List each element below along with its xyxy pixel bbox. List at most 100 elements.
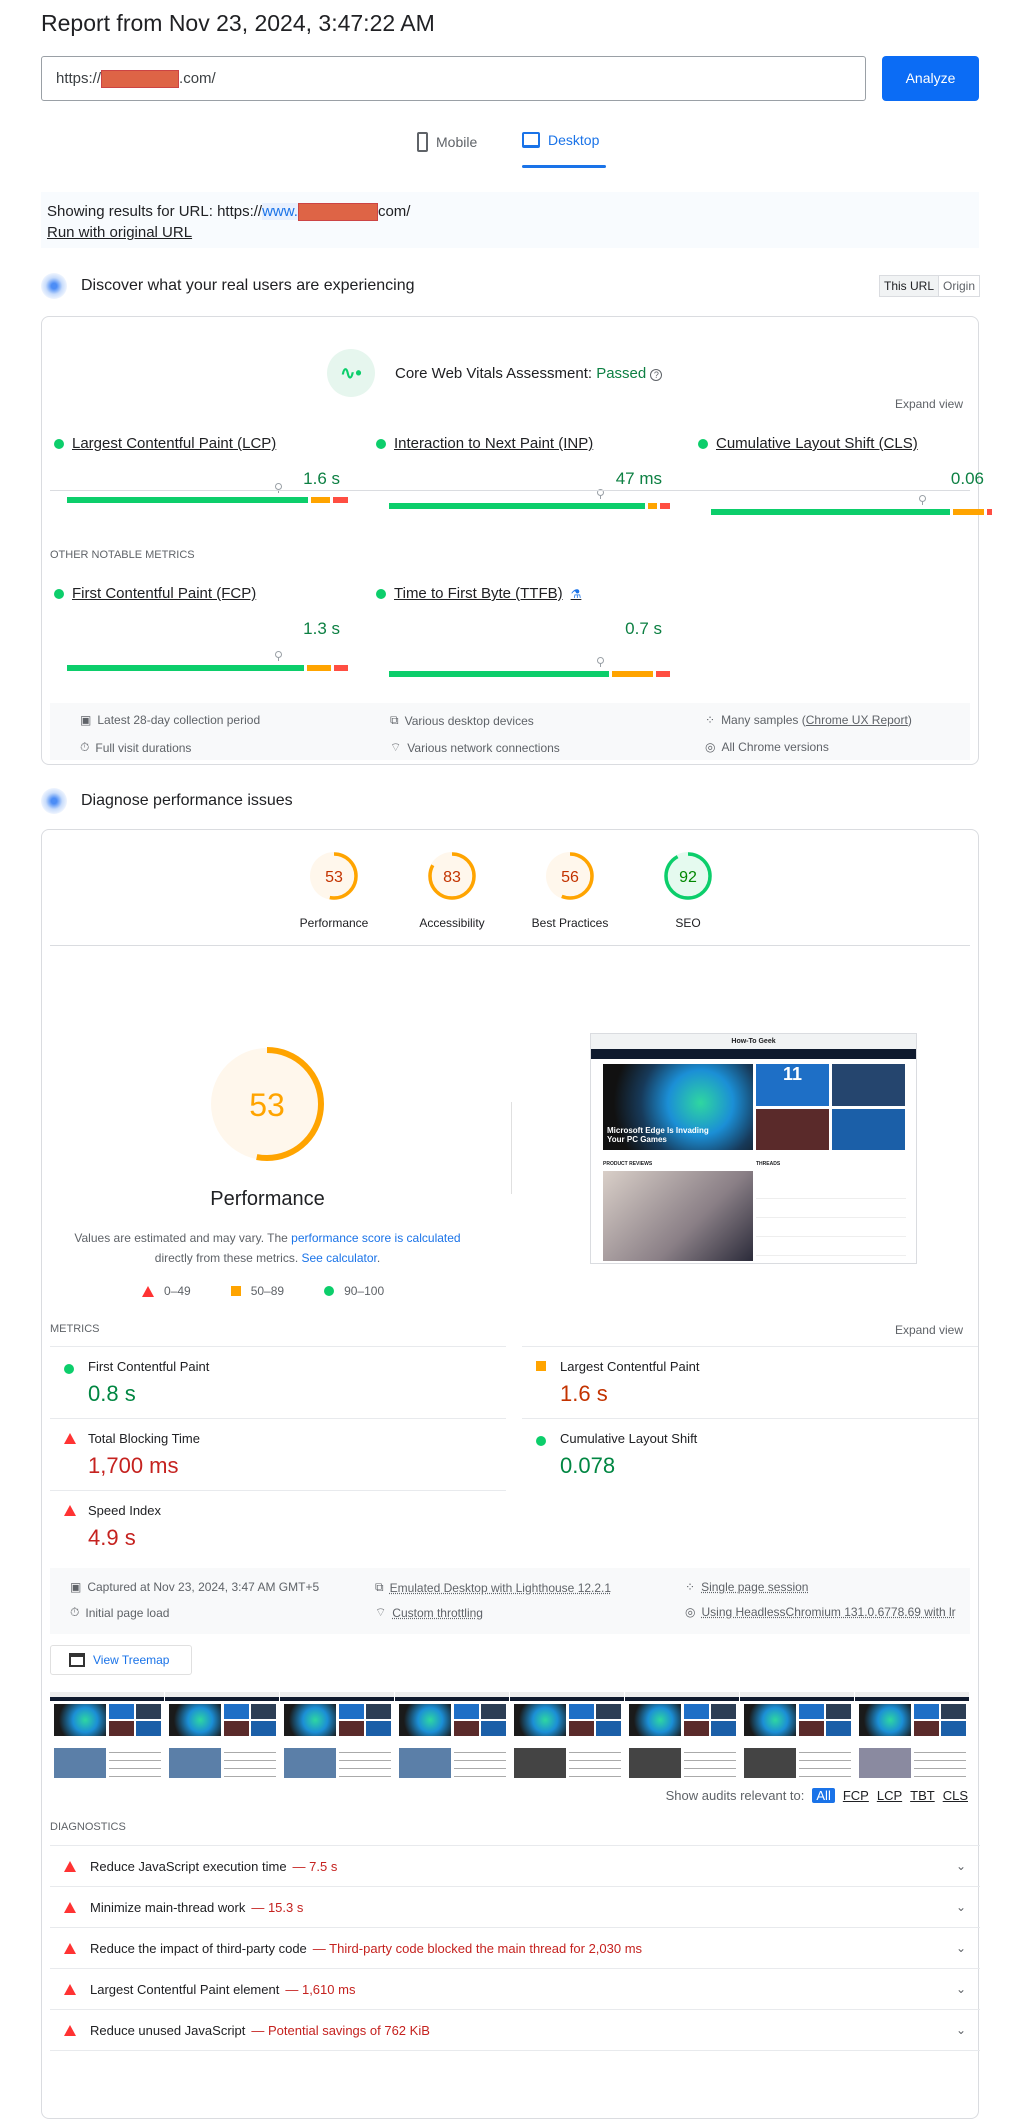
filter-lcp[interactable]: LCP bbox=[877, 1788, 902, 1803]
average-icon bbox=[230, 1286, 241, 1296]
lab-data-card: 53 Performance 83 Accessibility 56 Best … bbox=[41, 829, 980, 2119]
poor-segment bbox=[332, 497, 348, 503]
metric-name: Cumulative Layout Shift (CLS) bbox=[716, 435, 918, 452]
svg-text:92: 92 bbox=[679, 869, 697, 886]
gauge-label: Performance bbox=[299, 916, 369, 930]
good-segment bbox=[67, 665, 304, 671]
field-metric-link[interactable]: First Contentful Paint (FCP) bbox=[54, 585, 256, 602]
info-collection-period: ▣ Latest 28-day collection period bbox=[80, 713, 261, 727]
view-treemap-button[interactable]: View Treemap bbox=[50, 1645, 192, 1675]
field-metric-link[interactable]: Interaction to Next Paint (INP) bbox=[376, 435, 593, 452]
metric-value: 4.9 s bbox=[88, 1525, 136, 1550]
divider bbox=[50, 945, 970, 946]
svg-text:56: 56 bbox=[561, 869, 579, 886]
field-info-box: ▣ Latest 28-day collection period ⧉ Variou… bbox=[50, 703, 970, 760]
audit-title: Reduce the impact of third-party code bbox=[90, 1940, 307, 1956]
pass-icon bbox=[54, 438, 64, 449]
diagnostics-heading: DIAGNOSTICS bbox=[50, 1821, 126, 1833]
network-icon: ⌔ bbox=[375, 1605, 387, 1619]
expand-view-link[interactable]: Expand view bbox=[895, 397, 963, 411]
phone-icon bbox=[417, 132, 428, 152]
field-metric-link[interactable]: Time to First Byte (TTFB) ⚗ bbox=[376, 585, 581, 602]
field-metric-link[interactable]: Cumulative Layout Shift (CLS) bbox=[698, 435, 918, 452]
filter-all[interactable]: All bbox=[812, 1788, 835, 1803]
chevron-down-icon[interactable]: ⌄ bbox=[956, 1859, 966, 1873]
audit-title: Largest Contentful Paint element bbox=[90, 1981, 280, 1997]
this-url-button[interactable]: This URL bbox=[880, 276, 940, 296]
audit-title: Minimize main-thread work bbox=[90, 1899, 246, 1915]
users-icon bbox=[41, 273, 67, 299]
filter-fcp[interactable]: FCP bbox=[843, 1788, 869, 1803]
section-title: Diagnose performance issues bbox=[81, 792, 293, 809]
filter-cls[interactable]: CLS bbox=[943, 1788, 968, 1803]
diagnostic-item[interactable]: Minimize main-thread work — 15.3 s ⌄ bbox=[50, 1886, 980, 1927]
category-gauge[interactable]: 53 Performance bbox=[284, 850, 384, 930]
score-calculated-link[interactable]: performance score is calculated bbox=[291, 1231, 460, 1245]
devices-icon: ⧉ bbox=[375, 1580, 384, 1594]
field-metric-value: 0.7 s bbox=[625, 619, 662, 638]
info-emulated: ⧉ Emulated Desktop with Lighthouse 12.2.1 bbox=[375, 1580, 612, 1595]
diagnostic-item[interactable]: Reduce the impact of third-party code — T… bbox=[50, 1927, 980, 1968]
audit-detail: Potential savings of 762 KiB bbox=[268, 2022, 430, 2038]
distribution-bar bbox=[389, 489, 671, 509]
chevron-down-icon[interactable]: ⌄ bbox=[956, 1982, 966, 1996]
svg-text:53: 53 bbox=[325, 869, 343, 886]
category-gauge[interactable]: 56 Best Practices bbox=[520, 850, 620, 930]
metric-value: 0.8 s bbox=[88, 1381, 136, 1406]
metric-label: First Contentful Paint bbox=[88, 1359, 210, 1374]
info-browser: ◎ Using HeadlessChromium 131.0.6778.69 wi… bbox=[685, 1605, 956, 1619]
analyze-button[interactable]: Analyze bbox=[882, 56, 979, 101]
diagnostic-item[interactable]: Largest Contentful Paint element — 1,610 … bbox=[50, 1968, 980, 2009]
final-screenshot: How-To Geek Microsoft Edge Is Invading Y… bbox=[590, 1033, 917, 1264]
gauge-ring: 56 bbox=[546, 852, 594, 900]
audit-filter: Show audits relevant to: All FCP LCP TBT CLS bbox=[666, 1788, 968, 1803]
chevron-down-icon[interactable]: ⌄ bbox=[956, 2023, 966, 2037]
tab-desktop[interactable]: Desktop bbox=[522, 132, 599, 148]
filter-tbt[interactable]: TBT bbox=[910, 1788, 935, 1803]
other-metrics-heading: OTHER NOTABLE METRICS bbox=[50, 549, 195, 561]
pass-icon bbox=[376, 438, 386, 449]
needs-improvement-segment bbox=[647, 503, 658, 509]
lab-data-heading: Diagnose performance issues bbox=[41, 788, 293, 814]
info-captured: ▣ Captured at Nov 23, 2024, 3:47 AM GMT+5 bbox=[70, 1580, 320, 1594]
field-metric-link[interactable]: Largest Contentful Paint (LCP) bbox=[54, 435, 276, 452]
filmstrip-frame bbox=[395, 1692, 509, 1778]
url-input[interactable]: https:// .com/ bbox=[41, 56, 866, 101]
metric-name: Interaction to Next Paint (INP) bbox=[394, 435, 594, 452]
diagnostic-item[interactable]: Reduce JavaScript execution time — 7.5 s ⌄ bbox=[50, 1845, 980, 1886]
tab-mobile[interactable]: Mobile bbox=[417, 132, 477, 152]
chevron-down-icon[interactable]: ⌄ bbox=[956, 1900, 966, 1914]
audit-detail: 15.3 s bbox=[267, 1899, 304, 1915]
good-segment bbox=[67, 497, 308, 503]
run-original-url-link[interactable]: Run with original URL bbox=[47, 224, 192, 241]
help-icon[interactable]: ? bbox=[650, 368, 663, 381]
audit-title: Reduce JavaScript execution time bbox=[90, 1858, 287, 1874]
poor-segment bbox=[656, 671, 671, 677]
origin-button[interactable]: Origin bbox=[939, 276, 979, 296]
category-gauge[interactable]: 92 SEO bbox=[638, 850, 738, 930]
lab-metric: Largest Contentful Paint 1.6 s bbox=[522, 1346, 978, 1418]
fail-icon bbox=[64, 2024, 76, 2036]
poor-segment bbox=[660, 503, 671, 509]
metric-name: Largest Contentful Paint (LCP) bbox=[72, 435, 277, 452]
chrome-ux-report-link[interactable]: Chrome UX Report bbox=[806, 713, 908, 727]
metric-label: Total Blocking Time bbox=[88, 1431, 200, 1446]
diagnostic-item[interactable]: Reduce unused JavaScript — Potential savi… bbox=[50, 2009, 980, 2050]
category-gauge[interactable]: 83 Accessibility bbox=[402, 850, 502, 930]
pass-icon bbox=[324, 1286, 335, 1296]
hero-image: Microsoft Edge Is Invading Your PC Games bbox=[603, 1064, 753, 1150]
distribution-bar bbox=[67, 483, 348, 503]
divider bbox=[50, 490, 970, 491]
metric-value: 0.078 bbox=[560, 1453, 616, 1478]
gauge-score: 53 bbox=[249, 1087, 285, 1123]
audit-detail: 7.5 s bbox=[309, 1858, 338, 1874]
chrome-icon: ◎ bbox=[705, 740, 716, 754]
metrics-expand-view[interactable]: Expand view bbox=[895, 1323, 963, 1337]
score-legend: 0–49 50–89 90–100 bbox=[142, 1284, 384, 1298]
chevron-down-icon[interactable]: ⌄ bbox=[956, 1941, 966, 1955]
samples-icon: ⁘ bbox=[685, 1580, 696, 1594]
info-session: ⁘ Single page session bbox=[685, 1580, 809, 1594]
redacted-domain bbox=[101, 70, 180, 89]
needs-improvement-segment bbox=[306, 665, 332, 671]
see-calculator-link[interactable]: See calculator bbox=[301, 1251, 376, 1265]
